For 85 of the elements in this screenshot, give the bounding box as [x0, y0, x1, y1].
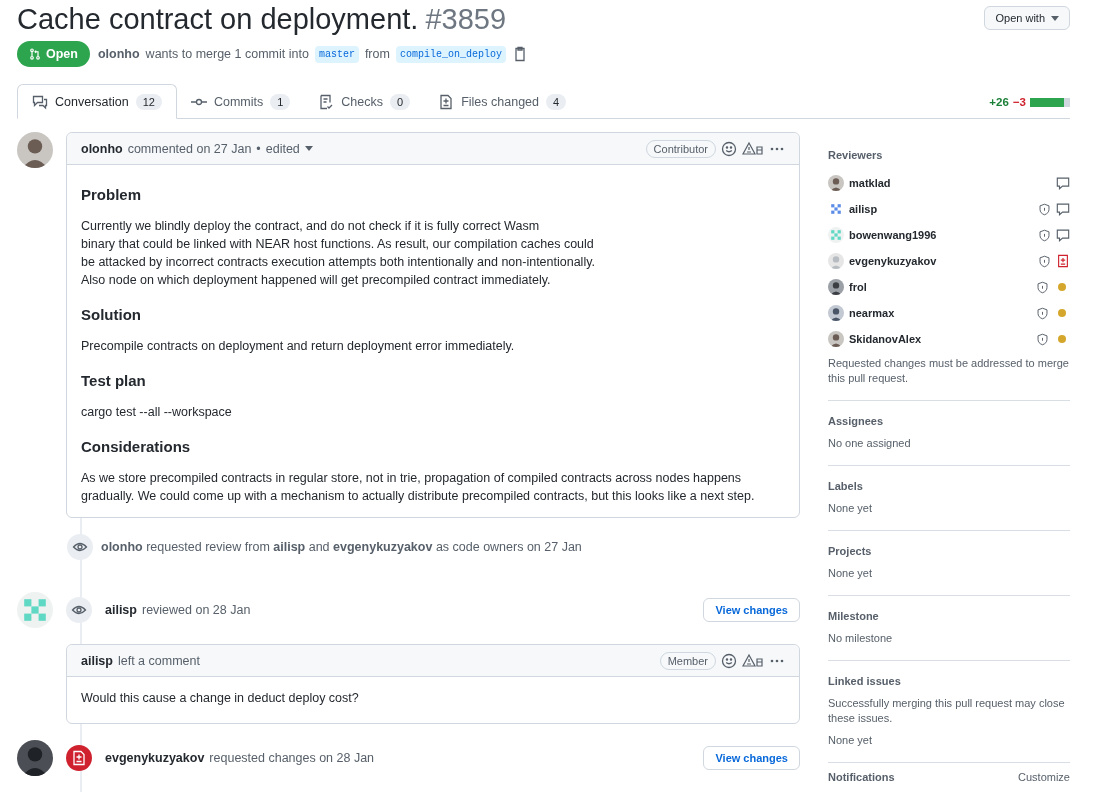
- section-heading: Problem: [81, 186, 142, 204]
- pending-dot: [1058, 283, 1066, 291]
- tab[interactable]: Files changed 4: [424, 86, 581, 118]
- smiley-icon[interactable]: [721, 652, 737, 669]
- from-text: from: [364, 47, 390, 61]
- reviewers-title: Reviewers: [828, 149, 884, 161]
- separator: •: [256, 141, 261, 156]
- reviewer-name[interactable]: ailisp: [849, 203, 1033, 215]
- section-title: Assignees: [828, 415, 885, 427]
- comments-icon: [32, 93, 48, 110]
- file-diff-icon: [71, 750, 87, 766]
- section-heading: Test plan: [81, 372, 147, 390]
- deletions-count: −3: [1012, 96, 1026, 108]
- review-text: reviewed on 28 Jan: [141, 603, 251, 617]
- paragraph: Currently we blindly deploy the contract, and do not check if it is fully correct Wasm binary that could be linked with NEAR host functions. As result, our compilation caches could be attacked by incorrect contracts execution attempts both intentionally and non-intentionally. Also node on which deployment happened will get precompiled contract immediately.: [81, 218, 596, 289]
- review-author[interactable]: evgenykuzyakov: [105, 751, 205, 765]
- comment-text: Would this cause a change in deduct deploy cost?: [81, 690, 360, 707]
- view-changes-button[interactable]: View changes: [703, 746, 800, 770]
- open-state-badge: Open: [17, 41, 90, 67]
- caret-icon: [1051, 15, 1059, 21]
- warning-icon[interactable]: [742, 652, 764, 669]
- reviewer-name[interactable]: evgenykuzyakov: [849, 255, 1033, 267]
- open-with-button[interactable]: Open with: [984, 6, 1070, 30]
- author-link[interactable]: olonho: [97, 47, 140, 61]
- review-text: requested changes on 28 Jan: [209, 751, 375, 765]
- comment-icon: [1056, 176, 1070, 190]
- reviewer-name[interactable]: SkidanovAlex: [849, 333, 1031, 345]
- smiley-icon[interactable]: [721, 140, 737, 157]
- comment-action: left a comment: [117, 653, 200, 668]
- paragraph: cargo test --all --workspace: [81, 404, 233, 421]
- section-title: Linked issues: [828, 675, 902, 687]
- reviewer-name[interactable]: nearmax: [849, 307, 1031, 319]
- reviewers-note: Requested changes must be addressed to merge this pull request.: [828, 356, 1070, 386]
- tab[interactable]: Checks 0: [304, 86, 425, 118]
- avatar: [828, 331, 844, 347]
- avatar: [17, 740, 53, 776]
- comment-action: commented on 27 Jan: [127, 141, 252, 156]
- caret-icon[interactable]: [304, 146, 313, 151]
- section-title: Labels: [828, 480, 864, 492]
- avatar: [828, 227, 844, 243]
- comment-author[interactable]: ailisp: [81, 653, 113, 668]
- comment-icon: [1056, 202, 1070, 216]
- customize-link[interactable]: Customize: [1018, 771, 1070, 792]
- comment-icon: [1056, 228, 1070, 242]
- section-text: None yet: [828, 501, 874, 516]
- tab[interactable]: Conversation 12: [17, 84, 177, 119]
- comment-author[interactable]: olonho: [81, 141, 123, 156]
- review-author[interactable]: ailisp: [105, 603, 137, 617]
- section-title: Projects: [828, 545, 873, 557]
- reviewer-name[interactable]: frol: [849, 281, 1031, 293]
- pr-title: Cache contract on deployment. #3859: [17, 2, 507, 36]
- view-changes-button[interactable]: View changes: [703, 598, 800, 622]
- edited-label[interactable]: edited: [265, 141, 300, 156]
- base-branch[interactable]: master: [314, 45, 359, 63]
- file-diff-icon: [438, 94, 455, 110]
- reviewer-name[interactable]: matklad: [849, 177, 1033, 189]
- head-branch[interactable]: compile_on_deploy: [395, 45, 506, 63]
- warning-icon[interactable]: [742, 140, 764, 157]
- avatar: [828, 201, 844, 217]
- checklist-icon: [318, 94, 335, 110]
- section-text: Successfully merging this pull request may close these issues.: [828, 696, 1066, 726]
- avatar: [17, 592, 53, 628]
- section-title: Milestone: [828, 610, 880, 622]
- paragraph: As we store precompiled contracts in regular store, not in trie, propagation of compiled contracts across nodes happens gradually. We could come up with a mechanism to actually distribute precompiled contracts, but this looks like a next step.: [81, 470, 756, 505]
- pending-dot: [1058, 335, 1066, 343]
- section-text: No one assigned: [828, 436, 912, 451]
- reviewer-name[interactable]: bowenwang1996: [849, 229, 1033, 241]
- section-text: No milestone: [828, 631, 894, 646]
- section-text: None yet: [828, 733, 874, 748]
- notifications-title: Notifications: [828, 771, 895, 783]
- merge-text: wants to merge 1 commit into: [145, 47, 309, 61]
- additions-count: +26: [989, 96, 1009, 108]
- pending-dot: [1058, 309, 1066, 317]
- tab[interactable]: Commits 1: [176, 86, 305, 118]
- avatar: [17, 132, 53, 168]
- paragraph: Precompile contracts on deployment and return deployment error immediately.: [81, 338, 516, 355]
- section-heading: Solution: [81, 306, 142, 324]
- section-heading: Considerations: [81, 438, 192, 456]
- avatar: [828, 305, 844, 321]
- avatar: [828, 175, 844, 191]
- file-diff-icon: [1056, 254, 1070, 268]
- avatar: [828, 279, 844, 295]
- event-text: olonho requested review from ailisp and evgenykuzyakov as code owners on 27 Jan: [101, 540, 582, 554]
- avatar: [828, 253, 844, 269]
- section-text: None yet: [828, 566, 874, 581]
